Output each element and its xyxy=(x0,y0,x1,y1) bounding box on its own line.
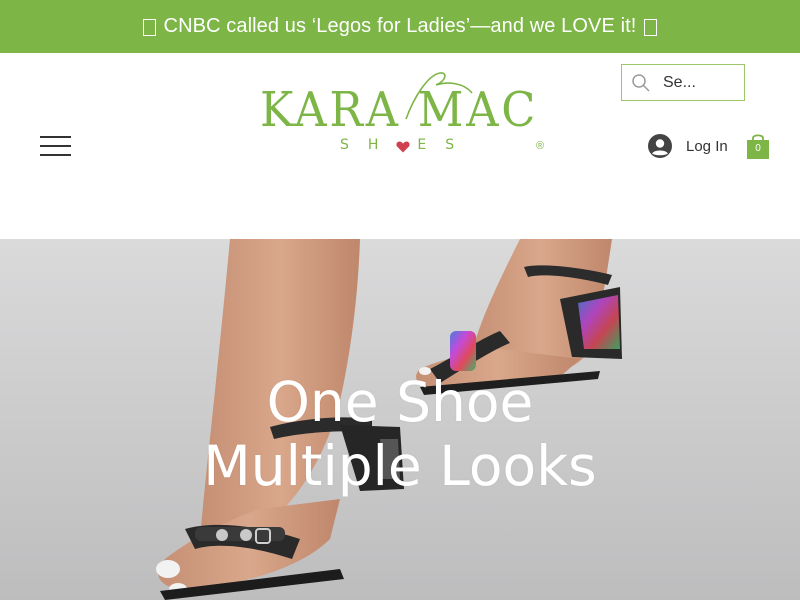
search-icon[interactable] xyxy=(631,73,651,93)
heart-icon xyxy=(396,141,410,153)
hero-title-line1: One Shoe xyxy=(266,370,534,434)
logo-wordmark: KARA MAC xyxy=(260,82,539,138)
search-input[interactable] xyxy=(661,72,743,93)
cart-button[interactable]: 0 xyxy=(746,132,770,160)
announcement-text: CNBC called us ‘Legos for Ladies’—and we… xyxy=(163,15,637,37)
site-logo[interactable]: KARA MAC SH ES ® xyxy=(258,67,558,162)
cart-count: 0 xyxy=(755,143,761,154)
announcement-bar: CNBC called us ‘Legos for Ladies’—and we… xyxy=(0,0,800,53)
placeholder-glyph-icon xyxy=(142,19,156,36)
search-box[interactable] xyxy=(621,64,745,101)
hero-banner: One Shoe Multiple Looks xyxy=(0,239,800,600)
hamburger-menu-icon[interactable] xyxy=(40,136,71,158)
user-avatar-icon xyxy=(648,134,672,158)
login-label: Log In xyxy=(686,137,728,155)
site-header: KARA MAC SHES ® Log In 0 xyxy=(0,53,800,239)
registered-mark: ® xyxy=(536,140,545,152)
hero-title-line2: Multiple Looks xyxy=(203,434,597,498)
placeholder-glyph-icon xyxy=(644,19,658,36)
login-button[interactable]: Log In xyxy=(648,133,728,159)
